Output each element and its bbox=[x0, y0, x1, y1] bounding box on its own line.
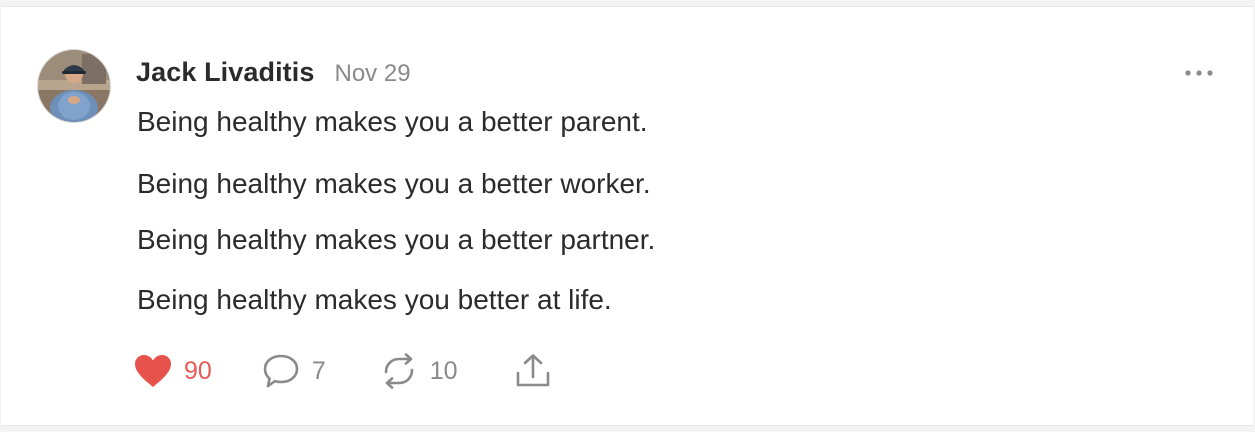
post-text-line: Being healthy makes you a better worker. bbox=[137, 168, 651, 199]
post-text-line: Being healthy makes you a better partner… bbox=[137, 224, 656, 255]
share-upload-icon bbox=[514, 353, 552, 389]
avatar[interactable] bbox=[37, 49, 111, 123]
note-card: Jack Livaditis Nov 29 Being healthy make… bbox=[1, 6, 1253, 426]
comment-button[interactable]: 7 bbox=[262, 353, 326, 389]
restack-arrows-icon bbox=[380, 353, 418, 389]
restack-button[interactable]: 10 bbox=[380, 353, 458, 389]
post-header: Jack Livaditis Nov 29 bbox=[136, 57, 411, 88]
comment-bubble-icon bbox=[262, 353, 300, 389]
avatar-photo bbox=[38, 50, 110, 122]
post-text-line: Being healthy makes you better at life. bbox=[137, 284, 612, 315]
comment-count: 7 bbox=[311, 356, 326, 385]
more-dots-icon bbox=[1185, 70, 1213, 76]
action-bar: 90 7 10 bbox=[134, 351, 552, 391]
page: Jack Livaditis Nov 29 Being healthy make… bbox=[0, 0, 1255, 432]
like-count: 90 bbox=[184, 356, 212, 385]
heart-icon bbox=[134, 354, 172, 388]
post-date[interactable]: Nov 29 bbox=[335, 60, 411, 88]
share-button[interactable] bbox=[514, 353, 552, 389]
restack-count: 10 bbox=[429, 356, 458, 385]
author-name[interactable]: Jack Livaditis bbox=[136, 57, 315, 88]
more-options-button[interactable] bbox=[1179, 61, 1219, 85]
post-text-line: Being healthy makes you a better parent. bbox=[137, 106, 648, 137]
like-button[interactable]: 90 bbox=[134, 354, 212, 388]
